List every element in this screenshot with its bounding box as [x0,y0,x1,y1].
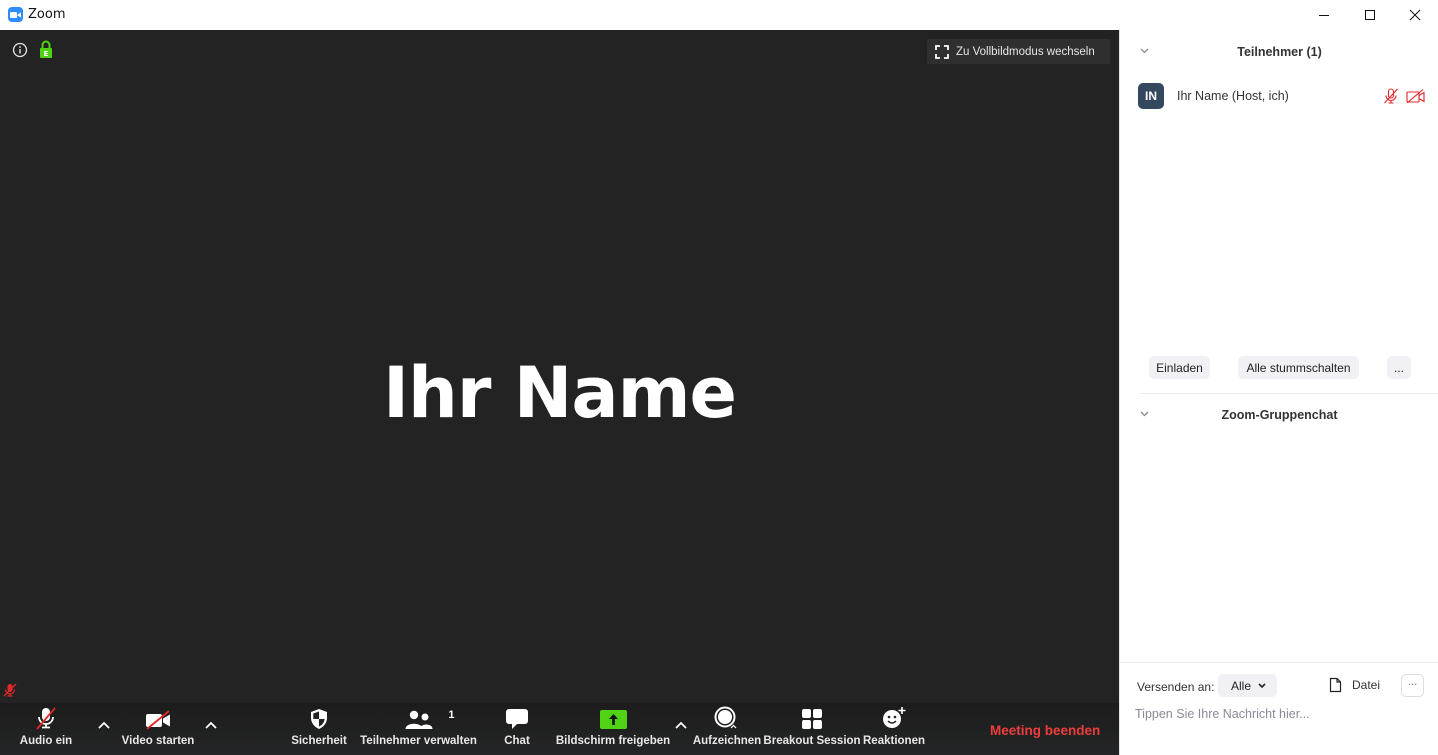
audio-button[interactable]: Audio ein [14,703,78,755]
zoom-app-icon [8,7,23,22]
video-camera-off-icon [146,710,170,730]
title-bar: Zoom [0,0,1438,30]
microphone-muted-icon [36,707,56,730]
send-file-button[interactable]: Datei [1329,677,1380,693]
close-window-button[interactable] [1392,0,1438,30]
section-divider [1140,393,1438,394]
breakout-session-button[interactable]: Breakout Session [763,703,861,755]
info-icon[interactable] [12,42,28,58]
breakout-session-label: Breakout Session [763,735,861,747]
mute-all-button[interactable]: Alle stummschalten [1238,356,1359,379]
chat-label: Chat [504,735,530,747]
window-title: Zoom [28,7,66,22]
encryption-lock-icon[interactable]: E [39,40,53,58]
collapse-participants-chevron-icon[interactable] [1140,48,1149,54]
participant-row[interactable]: IN Ihr Name (Host, ich) [1138,83,1428,109]
meeting-toolbar: Audio ein Video starten Sicherheit 1 Tei… [0,703,1119,755]
reactions-button[interactable]: Reaktionen [862,703,926,755]
participant-display-name: Ihr Name [382,352,737,434]
record-label: Aufzeichnen [692,735,762,747]
minimize-icon [1319,15,1329,16]
shield-icon [311,709,327,729]
file-icon [1329,677,1342,693]
chat-compose-divider [1120,662,1438,663]
self-muted-mic-icon [3,683,17,697]
end-meeting-button[interactable]: Meeting beenden [990,723,1100,738]
reactions-label: Reaktionen [863,735,925,747]
participants-label: Teilnehmer verwalten [360,735,477,747]
participants-more-button[interactable]: ... [1387,356,1411,379]
participant-video-off-icon[interactable] [1406,89,1425,103]
right-sidebar: Teilnehmer (1) IN Ihr Name (Host, ich) E… [1119,30,1438,755]
reactions-emoji-icon [883,707,906,728]
recipient-dropdown[interactable]: Alle [1218,674,1277,697]
audio-label: Audio ein [19,735,73,747]
participants-panel-header: Teilnehmer (1) [1120,40,1438,64]
share-screen-button[interactable]: Bildschirm freigeben [556,703,670,755]
video-button[interactable]: Video starten [120,703,196,755]
collapse-chat-chevron-icon[interactable] [1140,411,1149,417]
share-options-caret-icon[interactable] [674,720,688,730]
chat-button[interactable]: Chat [497,703,537,755]
recipient-value: Alle [1231,678,1252,693]
close-icon [1409,9,1421,21]
minimize-button[interactable] [1301,0,1347,30]
invite-button[interactable]: Einladen [1149,356,1210,379]
audio-options-caret-icon[interactable] [97,720,111,730]
fullscreen-button[interactable]: Zu Vollbildmodus wechseln [927,39,1110,64]
share-screen-label: Bildschirm freigeben [555,735,671,747]
participants-count-badge: 1 [448,709,455,721]
security-label: Sicherheit [291,735,347,747]
maximize-button[interactable] [1347,0,1393,30]
fullscreen-label: Zu Vollbildmodus wechseln [956,45,1095,58]
chevron-down-icon [1258,683,1266,689]
video-options-caret-icon[interactable] [204,720,218,730]
participants-button[interactable]: 1 Teilnehmer verwalten [360,703,477,755]
record-button[interactable]: Aufzeichnen [693,703,761,755]
participant-mic-muted-icon[interactable] [1383,88,1399,104]
security-button[interactable]: Sicherheit [289,703,349,755]
encryption-badge: E [44,50,49,58]
share-screen-icon [599,710,627,729]
participants-panel-title: Teilnehmer (1) [1237,45,1322,59]
send-to-label: Versenden an: [1137,680,1215,694]
participants-icon [405,710,432,729]
chat-panel-header: Zoom-Gruppenchat [1120,403,1438,427]
video-label: Video starten [121,735,195,747]
fullscreen-icon [935,44,949,59]
chat-panel-title: Zoom-Gruppenchat [1221,408,1338,422]
chat-message-input[interactable] [1135,704,1425,724]
breakout-grid-icon [802,709,822,729]
participant-name: Ihr Name (Host, ich) [1177,89,1289,103]
maximize-icon [1365,10,1375,20]
chat-more-button[interactable]: ··· [1401,674,1424,697]
participant-avatar: IN [1138,83,1164,109]
file-label: Datei [1352,678,1381,692]
chat-bubble-icon [506,709,528,729]
video-stage: E Zu Vollbildmodus wechseln Ihr Name Aud… [0,30,1119,755]
record-icon [714,706,737,729]
